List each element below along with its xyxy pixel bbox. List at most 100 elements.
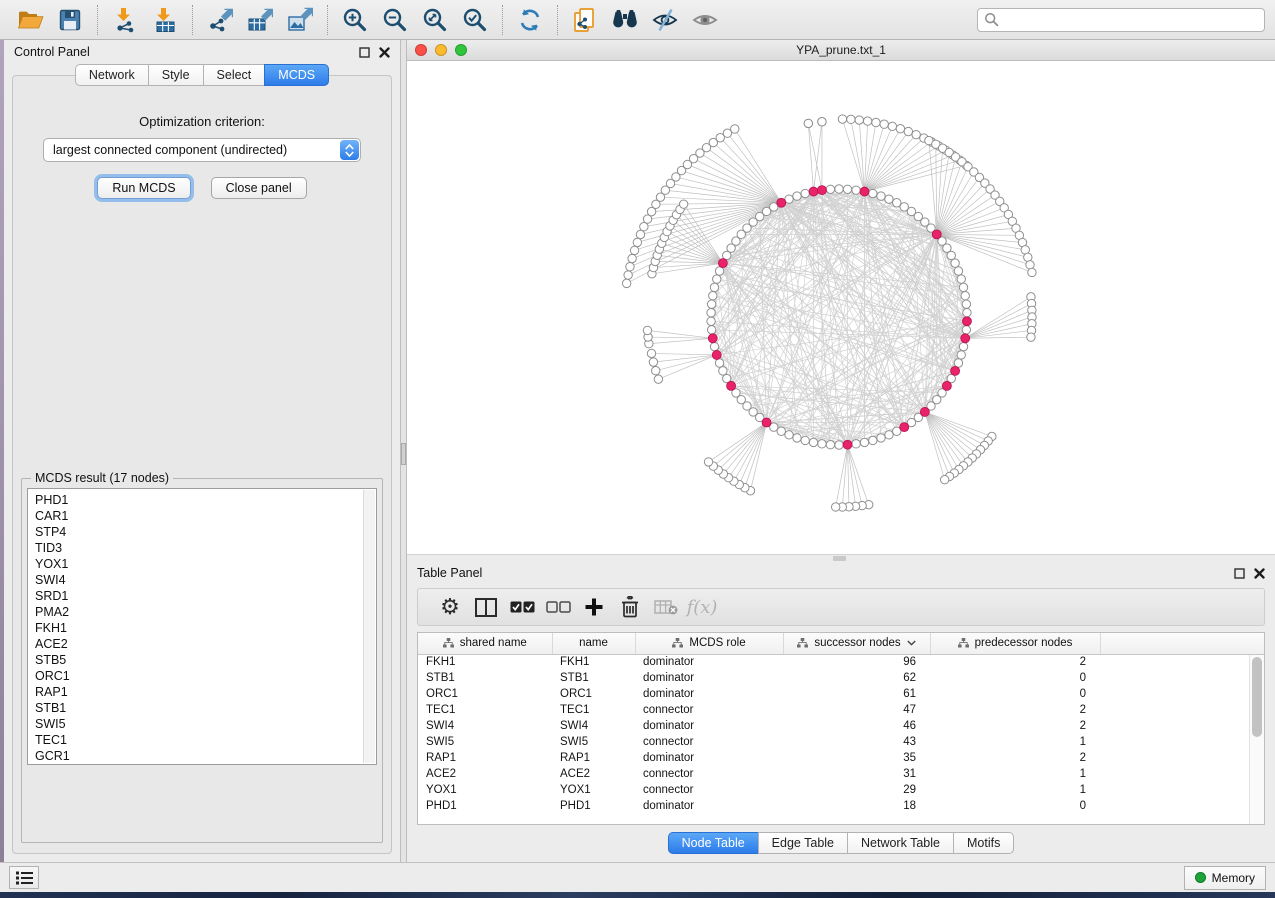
ring-node[interactable]	[954, 359, 962, 367]
close-panel-icon[interactable]	[379, 47, 390, 58]
table-cell[interactable]: STB1	[552, 670, 635, 686]
tab-motifs[interactable]: Motifs	[953, 832, 1014, 854]
network-canvas[interactable]	[407, 61, 1275, 554]
memory-button[interactable]: Memory	[1184, 866, 1266, 890]
hide-graphics-details-button[interactable]	[648, 4, 682, 36]
export-network-button[interactable]	[203, 4, 237, 36]
table-cell[interactable]: connector	[635, 766, 783, 782]
table-cell[interactable]: ORC1	[552, 686, 635, 702]
ring-node[interactable]	[860, 438, 868, 446]
satellite-node[interactable]	[940, 476, 948, 484]
horizontal-splitter-handle[interactable]	[833, 556, 846, 561]
table-scrollbar[interactable]	[1249, 655, 1264, 824]
satellite-node[interactable]	[633, 238, 641, 246]
satellite-node[interactable]	[1028, 268, 1036, 276]
open-session-button[interactable]	[13, 4, 47, 36]
table-cell[interactable]: dominator	[635, 686, 783, 702]
ring-node[interactable]	[877, 192, 885, 200]
satellite-node[interactable]	[904, 127, 912, 135]
zoom-in-button[interactable]	[338, 4, 372, 36]
float-window-icon[interactable]	[1234, 568, 1245, 579]
satellite-node[interactable]	[855, 116, 863, 124]
ring-node[interactable]	[869, 189, 877, 197]
table-cell[interactable]: SWI5	[552, 734, 635, 750]
table-cell[interactable]: STB1	[418, 670, 552, 686]
tab-style[interactable]: Style	[148, 64, 203, 86]
satellite-node[interactable]	[704, 458, 712, 466]
table-cell[interactable]: connector	[635, 702, 783, 718]
table-row[interactable]: YOX1YOX1connector291	[418, 782, 1264, 798]
mcds-hub-node[interactable]	[951, 366, 960, 375]
table-scrollbar-thumb[interactable]	[1252, 657, 1262, 737]
ring-node[interactable]	[801, 189, 809, 197]
mcds-result-list[interactable]: PHD1CAR1STP4TID3YOX1SWI4SRD1PMA2FKH1ACE2…	[27, 488, 377, 765]
satellite-node[interactable]	[1027, 333, 1035, 341]
mcds-result-item[interactable]: SRD1	[35, 588, 362, 604]
tab-network[interactable]: Network	[75, 64, 148, 86]
show-graphics-details-button[interactable]	[688, 4, 722, 36]
satellite-node[interactable]	[896, 125, 904, 133]
table-cell[interactable]: dominator	[635, 718, 783, 734]
add-column-button[interactable]	[576, 591, 612, 623]
mcds-result-item[interactable]: SWI4	[35, 572, 362, 588]
zoom-selected-button[interactable]	[458, 4, 492, 36]
table-cell[interactable]: 2	[930, 702, 1100, 718]
import-network-button[interactable]	[108, 4, 142, 36]
table-cell[interactable]: 62	[783, 670, 930, 686]
zoom-fit-button[interactable]	[418, 4, 452, 36]
table-cell[interactable]: dominator	[635, 670, 783, 686]
show-columns-button[interactable]	[468, 591, 504, 623]
ring-node[interactable]	[707, 309, 715, 317]
table-cell[interactable]: 96	[783, 654, 930, 670]
horizontal-splitter[interactable]	[407, 554, 1275, 561]
ring-node[interactable]	[777, 427, 785, 435]
table-cell[interactable]: ACE2	[552, 766, 635, 782]
binoculars-search-button[interactable]	[608, 4, 642, 36]
satellite-node[interactable]	[622, 279, 630, 287]
table-cell[interactable]: 1	[930, 782, 1100, 798]
mcds-result-item[interactable]: STB1	[35, 700, 362, 716]
ring-node[interactable]	[962, 326, 970, 334]
satellite-node[interactable]	[654, 375, 662, 383]
ring-node[interactable]	[947, 251, 955, 259]
table-row[interactable]: SWI4SWI4dominator462	[418, 718, 1264, 734]
ring-node[interactable]	[707, 326, 715, 334]
table-cell[interactable]: connector	[635, 734, 783, 750]
table-cell[interactable]: 61	[783, 686, 930, 702]
satellite-node[interactable]	[888, 122, 896, 130]
mcds-result-item[interactable]: ACE2	[35, 636, 362, 652]
satellite-node[interactable]	[624, 271, 632, 279]
show-panels-button[interactable]	[9, 866, 39, 889]
satellite-node[interactable]	[818, 118, 826, 126]
vertical-splitter[interactable]	[400, 40, 407, 862]
satellite-node[interactable]	[838, 115, 846, 123]
table-cell[interactable]: ORC1	[418, 686, 552, 702]
function-builder-button[interactable]: f(x)	[684, 591, 720, 623]
satellite-node[interactable]	[804, 119, 812, 127]
delete-column-button[interactable]	[612, 591, 648, 623]
satellite-node[interactable]	[628, 254, 636, 262]
table-cell[interactable]: 0	[930, 686, 1100, 702]
table-row[interactable]: SWI5SWI5connector431	[418, 734, 1264, 750]
table-cell[interactable]: SWI4	[418, 718, 552, 734]
close-panel-icon[interactable]	[1254, 568, 1265, 579]
optimization-criterion-select[interactable]: largest connected component (undirected)	[43, 138, 361, 162]
satellite-node[interactable]	[643, 326, 651, 334]
column-header-name[interactable]: name	[552, 633, 635, 654]
table-cell[interactable]: FKH1	[552, 654, 635, 670]
mcds-result-item[interactable]: RAP1	[35, 684, 362, 700]
mcds-result-item[interactable]: ORC1	[35, 668, 362, 684]
table-cell[interactable]: 0	[930, 670, 1100, 686]
maximize-window-icon[interactable]	[455, 44, 467, 56]
satellite-node[interactable]	[649, 358, 657, 366]
satellite-node[interactable]	[872, 118, 880, 126]
delete-table-button[interactable]	[648, 591, 684, 623]
unselect-all-columns-button[interactable]	[540, 591, 576, 623]
ring-node[interactable]	[959, 283, 967, 291]
float-window-icon[interactable]	[359, 47, 370, 58]
ring-node[interactable]	[962, 300, 970, 308]
ring-node[interactable]	[826, 185, 834, 193]
mcds-result-item[interactable]: GCR1	[35, 748, 362, 764]
ring-node[interactable]	[963, 309, 971, 317]
satellite-node[interactable]	[679, 200, 687, 208]
